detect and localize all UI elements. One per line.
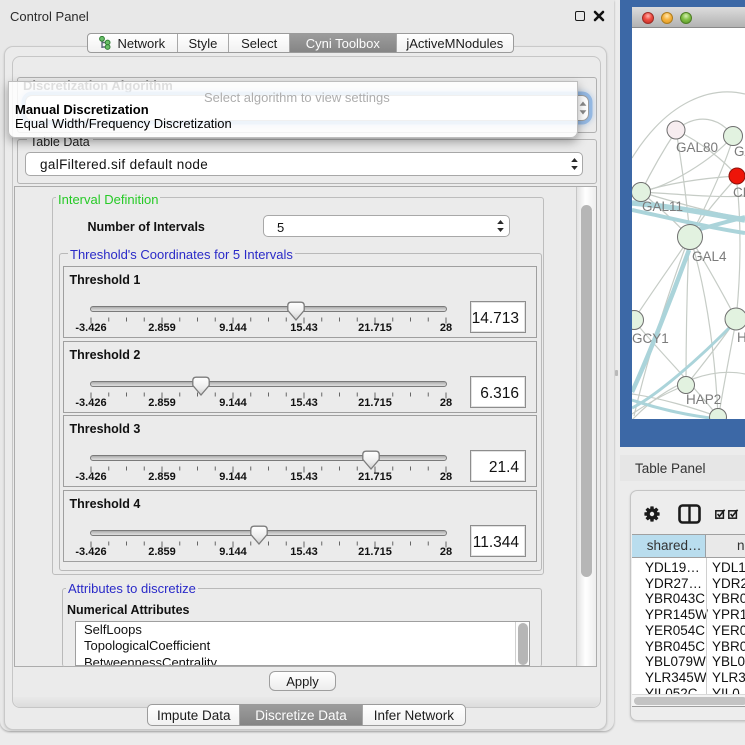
svg-text:H: H [737, 330, 745, 345]
svg-text:GAL4: GAL4 [692, 249, 727, 264]
svg-text:CR: CR [733, 185, 745, 200]
svg-text:GAL80: GAL80 [676, 140, 718, 155]
svg-text:HAP2: HAP2 [686, 392, 721, 407]
svg-text:GA: GA [734, 144, 745, 159]
svg-text:GCY1: GCY1 [632, 331, 669, 346]
svg-text:GAL11: GAL11 [642, 199, 683, 214]
